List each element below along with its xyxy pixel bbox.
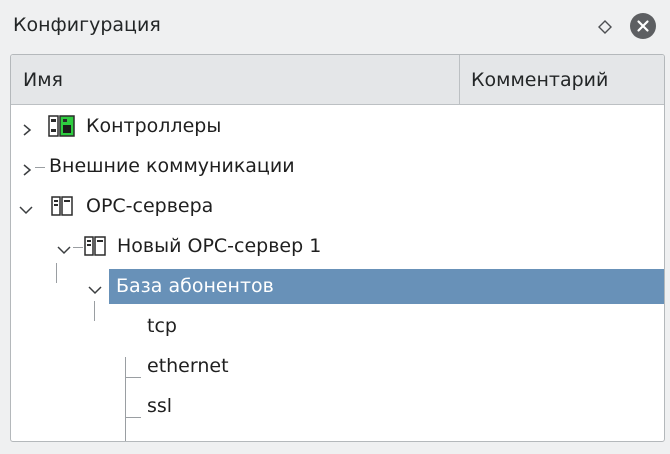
tree-item-label: ssl — [147, 395, 173, 417]
tree-item-label: База абонентов — [116, 275, 274, 297]
tree-item-tcp[interactable]: tcp — [11, 307, 664, 345]
column-header-comment-label: Комментарий — [471, 69, 609, 91]
tree-item-opc-servers[interactable]: OPC-сервера — [11, 187, 664, 225]
controller-icon — [48, 115, 75, 137]
column-header-comment[interactable]: Комментарий — [460, 55, 664, 104]
tree-item-new-opc-server[interactable]: Новый OPC-сервер 1 — [11, 227, 664, 265]
column-header-name[interactable]: Имя — [11, 55, 460, 104]
tree-connector — [35, 167, 45, 168]
server-icon — [84, 236, 106, 256]
tree-item-label: Контроллеры — [86, 115, 222, 137]
tree-item-label: tcp — [147, 315, 177, 337]
dock-title: Конфигурация — [13, 14, 161, 36]
tree-item-subscribers-db[interactable]: База абонентов — [11, 267, 664, 305]
tree-item-external-communications[interactable]: Внешние коммуникации — [11, 147, 664, 185]
tree-header: Имя Комментарий — [11, 55, 664, 105]
tree-item-controllers[interactable]: Контроллеры — [11, 107, 664, 145]
configuration-tree-view[interactable]: Имя Комментарий Контроллеры Внешние комм… — [10, 54, 665, 442]
tree-connector — [73, 247, 83, 248]
chevron-down-icon[interactable] — [88, 280, 102, 295]
chevron-down-icon[interactable] — [19, 200, 33, 215]
tree-item-ssl[interactable]: ssl — [11, 387, 664, 425]
tree-item-ethernet[interactable]: ethernet — [11, 347, 664, 385]
chevron-down-icon[interactable] — [57, 240, 71, 255]
tree-body: Контроллеры Внешние коммуникации OPC-сер… — [11, 105, 664, 441]
tree-item-label: ethernet — [147, 355, 229, 377]
dock-title-bar: Конфигурация — [0, 0, 670, 52]
column-header-name-label: Имя — [23, 69, 63, 91]
tree-item-label: OPC-сервера — [86, 195, 214, 217]
chevron-right-icon[interactable] — [20, 120, 34, 136]
server-icon — [51, 196, 73, 216]
float-icon[interactable] — [598, 17, 612, 34]
tree-item-label: Новый OPC-сервер 1 — [117, 235, 322, 257]
tree-item-label: Внешние коммуникации — [49, 155, 295, 177]
close-icon[interactable] — [630, 13, 656, 39]
chevron-right-icon[interactable] — [20, 160, 34, 176]
